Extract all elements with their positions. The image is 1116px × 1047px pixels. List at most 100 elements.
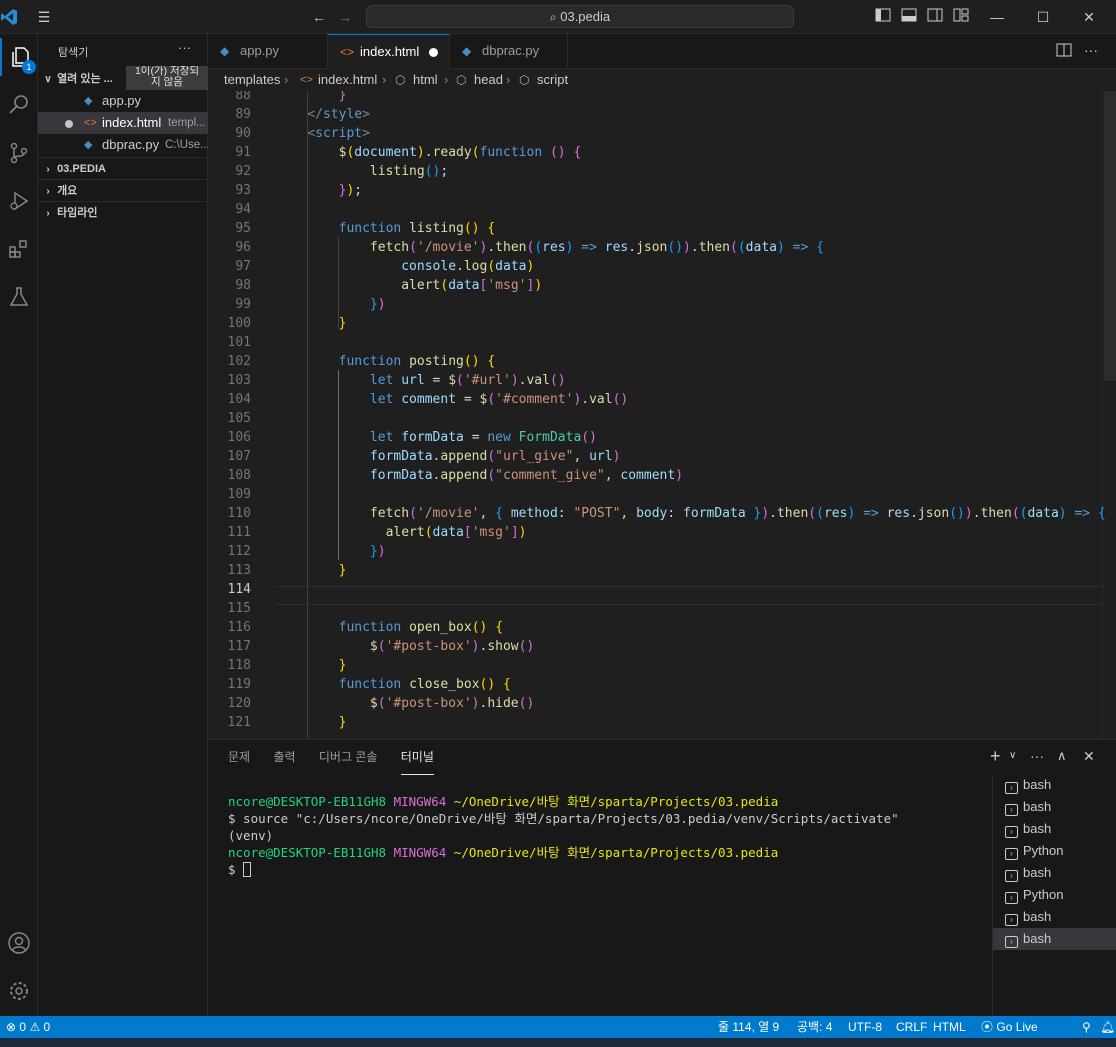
tab-output[interactable]: 출력 [273, 740, 295, 774]
indentation[interactable]: 공백: 4 [797, 1016, 832, 1038]
problems-status[interactable]: ⊗ 0 ⚠ 0 [6, 1016, 50, 1038]
line-number: 92 [235, 164, 251, 179]
breadcrumb-item-index-html[interactable]: index.html [318, 69, 377, 91]
maximize-panel-icon[interactable]: ∧ [1057, 748, 1067, 764]
back-arrow-icon[interactable]: ← [310, 8, 328, 26]
more-actions-icon[interactable]: ··· [178, 40, 191, 55]
error-icon: ⊗ [6, 1020, 17, 1034]
end-of-line[interactable]: CRLF [896, 1016, 927, 1038]
chevron-down-icon: ∨ [44, 74, 52, 85]
tab-terminal[interactable]: 터미널 [400, 740, 434, 775]
terminal-output[interactable]: ncore@DESKTOP-EB11GH8 MINGW64 ~/OneDrive… [228, 793, 899, 878]
line-number: 98 [235, 278, 251, 293]
forward-arrow-icon[interactable]: → [336, 8, 354, 26]
customize-layout-icon[interactable] [952, 8, 970, 26]
open-editor-item-dbprac-py[interactable]: ◆ dbprac.py C:\Use... [38, 134, 208, 156]
menu-icon[interactable]: ☰ [35, 8, 53, 26]
code-line: 101 [208, 333, 1116, 352]
open-editor-item-index-html[interactable]: <> index.html templ... [38, 112, 208, 134]
terminal-line: $ source "c:/Users/ncore/OneDrive/바탕 화면/… [228, 811, 899, 826]
code-line: 110 fetch('/movie', { method: "POST", bo… [208, 504, 1116, 523]
go-live-button[interactable]: ⦿ Go Live [981, 1016, 1038, 1038]
title-bar: ☰ ← → ⌕ 03.pedia — ☐ ✕ [0, 0, 1116, 34]
close-panel-icon[interactable]: ✕ [1083, 748, 1095, 765]
new-terminal-icon[interactable]: + [990, 746, 1001, 767]
more-actions-icon[interactable]: ··· [1084, 42, 1098, 58]
python-icon: ◆ [462, 44, 472, 58]
tab-index-html[interactable]: <> index.html [328, 34, 450, 69]
toggle-secondary-sidebar-icon[interactable] [926, 8, 944, 26]
notifications-bell-icon[interactable]: 🔔︎ [1100, 1016, 1115, 1038]
terminal-list-item[interactable]: › bash [993, 818, 1116, 840]
line-number: 93 [235, 183, 251, 198]
source-control-icon[interactable] [0, 134, 38, 172]
open-editor-item-app-py[interactable]: ◆ app.py [38, 90, 208, 112]
line-number: 111 [227, 525, 251, 540]
line-number: 109 [227, 487, 251, 502]
chevron-down-icon[interactable]: ∨ [1009, 750, 1016, 761]
tab-problems[interactable]: 문제 [228, 740, 250, 774]
line-number: 105 [227, 411, 251, 426]
code-line: 118 } [208, 656, 1116, 675]
explorer-title: 탐색기 [58, 47, 89, 59]
settings-gear-icon[interactable] [0, 972, 38, 1010]
minimize-icon[interactable]: — [988, 8, 1006, 26]
code-line: 103 let url = $('#url').val() [208, 371, 1116, 390]
close-window-icon[interactable]: ✕ [1080, 8, 1098, 26]
toggle-panel-icon[interactable] [900, 8, 918, 26]
symbol-element-icon: ⬡ [395, 73, 406, 87]
explorer-icon[interactable]: 1 [0, 38, 38, 76]
language-mode[interactable]: HTML [933, 1016, 966, 1038]
extensions-icon[interactable] [0, 230, 38, 268]
maximize-icon[interactable]: ☐ [1034, 8, 1052, 26]
search-icon[interactable] [0, 86, 38, 124]
terminal-list-item[interactable]: › bash [993, 906, 1116, 928]
outline-section[interactable]: › 개요 [38, 179, 208, 201]
folder-section-03-pedia[interactable]: › 03.PEDIA [38, 157, 208, 179]
unsaved-dot-icon[interactable] [429, 48, 438, 57]
terminal-icon: › [1005, 914, 1018, 926]
line-number: 91 [235, 145, 251, 160]
code-line: 98 alert(data['msg']) [208, 276, 1116, 295]
terminal-list-item[interactable]: › bash [993, 774, 1116, 796]
split-editor-icon[interactable] [1056, 43, 1072, 60]
encoding[interactable]: UTF-8 [848, 1016, 882, 1038]
chevron-right-icon: › [46, 208, 50, 219]
timeline-section[interactable]: › 타임라인 [38, 201, 208, 223]
terminal-line: ncore@DESKTOP-EB11GH8 MINGW64 ~/OneDrive… [228, 794, 779, 809]
cursor-position[interactable]: 줄 114, 열 9 [718, 1016, 779, 1038]
taskbar-strip [0, 1038, 1116, 1047]
accounts-icon[interactable] [0, 924, 38, 962]
breadcrumb-item-script[interactable]: script [537, 69, 568, 91]
run-debug-icon[interactable] [0, 182, 38, 220]
terminal-list-item[interactable]: › Python [993, 840, 1116, 862]
breadcrumb-item-head[interactable]: head [474, 69, 503, 91]
tab-debug-console[interactable]: 디버그 콘솔 [319, 740, 378, 774]
breadcrumb-item-html[interactable]: html [413, 69, 438, 91]
terminal-list-item[interactable]: › Python [993, 884, 1116, 906]
explorer-sidebar: 탐색기 ··· ∨ 열려 있는 ... 1이(가) 저장되 지 않음 ◆ app… [38, 34, 208, 1016]
terminal-line: (venv) [228, 828, 274, 843]
html-icon: <> [340, 45, 355, 59]
bottom-panel: 문제 출력 디버그 콘솔 터미널 + ∨ ··· ∧ ✕ ncore@DESKT… [208, 739, 1116, 1016]
more-actions-icon[interactable]: ··· [1030, 748, 1044, 764]
code-line: 89 </style> [208, 105, 1116, 124]
code-line: 105 [208, 409, 1116, 428]
command-center-search[interactable]: ⌕ 03.pedia [366, 5, 794, 28]
chevron-right-icon: › [506, 72, 511, 87]
panel-tabs: 문제 출력 디버그 콘솔 터미널 [228, 740, 454, 775]
terminal-list-item[interactable]: › bash [993, 796, 1116, 818]
testing-flask-icon[interactable] [0, 278, 38, 316]
code-editor[interactable]: 88 } 89 </style> 90 <script> 91 $(docume… [208, 91, 1116, 739]
code-line: 115 [208, 599, 1116, 618]
toggle-sidebar-icon[interactable] [874, 8, 892, 26]
breadcrumb-item-templates[interactable]: templates [224, 69, 280, 91]
tab-dbprac-py[interactable]: ◆ dbprac.py [450, 34, 568, 69]
terminal-list-item[interactable]: › bash [993, 862, 1116, 884]
code-line: 113 } [208, 561, 1116, 580]
tab-app-py[interactable]: ◆ app.py [208, 34, 328, 69]
accounts-status-icon[interactable]: ⚲ [1082, 1016, 1091, 1038]
code-line: 112 }) [208, 542, 1116, 561]
code-line: 117 $('#post-box').show() [208, 637, 1116, 656]
terminal-list-item-active[interactable]: › bash [993, 928, 1116, 950]
